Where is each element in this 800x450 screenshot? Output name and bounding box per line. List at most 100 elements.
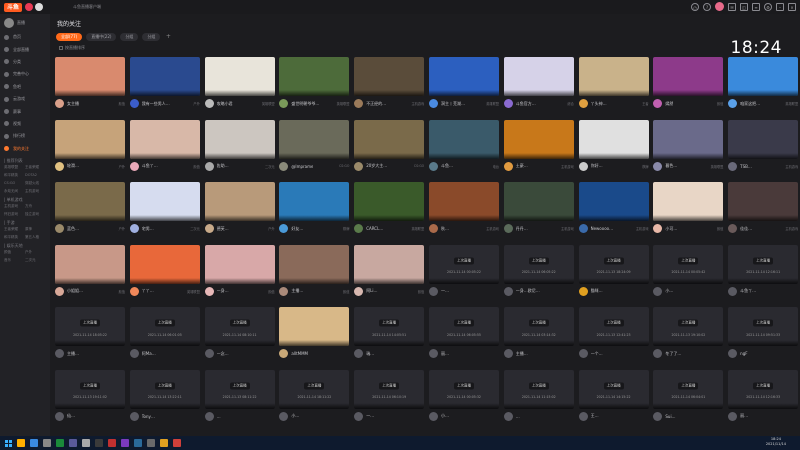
app-icon[interactable] <box>121 439 129 447</box>
stream-thumbnail[interactable] <box>503 119 574 159</box>
streamer-name[interactable]: 一身… <box>217 288 229 294</box>
stream-card[interactable]: 上次直播 2021-11-14 06:05:22 一身…欧尼… <box>503 244 574 308</box>
settings-icon[interactable]: ⚙ <box>764 2 772 11</box>
stream-thumbnail[interactable] <box>653 182 724 221</box>
streamer-avatar[interactable] <box>428 99 438 108</box>
edge-icon[interactable] <box>30 439 38 447</box>
sidebar-sub-item[interactable]: 永劫无间 <box>4 189 25 194</box>
streamer-avatar[interactable] <box>354 161 364 171</box>
login-dots[interactable] <box>25 3 43 11</box>
sidebar-item-6[interactable]: 赛事 <box>0 105 50 117</box>
stream-card[interactable]: 暮色… 英雄联盟 <box>653 119 724 183</box>
streamer-avatar[interactable] <box>503 161 513 171</box>
streamer-name[interactable]: 丫头神… <box>591 101 607 107</box>
close-icon[interactable]: × <box>788 2 796 11</box>
stream-thumbnail[interactable] <box>279 182 350 221</box>
stream-thumbnail[interactable]: 上次直播 2021-11-14 06:05:55 <box>428 307 499 346</box>
streamer-avatar[interactable] <box>129 349 139 358</box>
sidebar-item-4[interactable]: 鱼吧 <box>0 81 50 93</box>
streamer-avatar[interactable] <box>279 161 289 171</box>
streamer-name[interactable]: 我有一些男人… <box>142 101 170 107</box>
streamer-name[interactable]: 一念… <box>217 351 229 357</box>
streamer-name[interactable]: 一身…欧尼… <box>516 288 540 294</box>
stream-card[interactable]: 上次直播 2021-11-14 03:14:32 主播… <box>503 307 574 370</box>
streamer-avatar[interactable] <box>578 286 588 296</box>
stream-thumbnail[interactable] <box>204 182 275 221</box>
stream-card[interactable]: 上次直播 2021-11-14 00:05:22 一… <box>428 244 499 308</box>
streamer-avatar[interactable] <box>354 99 364 108</box>
stream-card[interactable]: 上次直播 2021-11-14 18:11:22 小… <box>279 369 350 433</box>
streamer-avatar[interactable] <box>55 411 64 421</box>
stream-card[interactable]: 上次直播 2021-11-14 13:22:11 Tony… <box>129 369 200 433</box>
streamer-avatar[interactable] <box>55 224 64 233</box>
streamer-avatar[interactable] <box>503 99 513 108</box>
stream-thumbnail[interactable]: 上次直播 2021-11-14 08:10:11 <box>204 307 275 346</box>
stream-thumbnail[interactable] <box>279 57 350 96</box>
streamer-avatar[interactable] <box>653 411 663 421</box>
clock-icon[interactable]: ◷ <box>691 2 699 11</box>
stream-thumbnail[interactable]: 上次直播 2021-11-13 19:10:02 <box>653 307 724 346</box>
streamer-avatar[interactable] <box>728 99 738 108</box>
stream-card[interactable]: 上次直播 2021-11-14 09:51:33 ngF <box>728 307 799 370</box>
streamer-avatar[interactable] <box>204 286 214 296</box>
stream-card[interactable]: 德芙… 户外 <box>204 182 275 245</box>
streamer-avatar[interactable] <box>354 349 364 358</box>
streamer-avatar[interactable] <box>204 224 214 233</box>
stream-card[interactable]: 洞主丨芜湖… 英雄联盟 <box>428 57 499 120</box>
streamer-name[interactable]: 主播… <box>291 288 303 294</box>
streamer-name[interactable]: CARCL… <box>366 226 383 231</box>
streamer-avatar[interactable] <box>653 224 663 233</box>
stream-thumbnail[interactable] <box>129 119 200 159</box>
sidebar-sub-item[interactable]: 独立游戏 <box>25 212 46 217</box>
stream-thumbnail[interactable] <box>428 57 499 96</box>
streamer-avatar[interactable] <box>354 411 364 421</box>
streamer-avatar[interactable] <box>653 349 663 358</box>
stream-card[interactable]: 佳佳… 主机游戏 <box>728 182 799 245</box>
streamer-name[interactable]: 咱家这把… <box>740 101 760 107</box>
sidebar-item-3[interactable]: 完善中心 <box>0 68 50 80</box>
windows-start-icon[interactable] <box>5 439 12 447</box>
stream-card[interactable]: 丫丫… 英雄联盟 <box>129 244 200 308</box>
stream-card[interactable]: 土豪… 主机游戏 <box>503 119 574 183</box>
app-icon[interactable] <box>160 439 168 447</box>
stream-card[interactable]: 上次直播 2021-11-14 08:10:11 一念… <box>204 307 275 370</box>
sidebar-item-7[interactable]: 视频 <box>0 118 50 130</box>
stream-card[interactable]: alltMMM <box>279 307 350 370</box>
stream-thumbnail[interactable] <box>428 119 499 159</box>
streamer-avatar[interactable] <box>578 349 588 358</box>
streamer-name[interactable]: 一… <box>441 288 449 294</box>
streamer-avatar[interactable] <box>728 349 738 358</box>
streamer-name[interactable]: 土豪… <box>516 163 528 169</box>
sidebar-sub-item[interactable]: 第五人格 <box>25 235 46 240</box>
stream-card[interactable]: 上次直播 2021-11-13 18:24:09 猫咪… <box>578 244 649 308</box>
stream-card[interactable]: 上次直播 2021-11-14 00:05:42 小… <box>653 244 724 308</box>
streamer-avatar[interactable] <box>55 99 64 108</box>
sidebar-item-5[interactable]: 云游戏 <box>0 93 50 105</box>
streamer-name[interactable]: 20岁大主… <box>366 163 387 169</box>
sidebar-item-0[interactable]: 首页 <box>0 31 50 43</box>
stream-thumbnail[interactable] <box>503 57 574 96</box>
sidebar-sub-item[interactable]: 王者荣耀 <box>4 227 25 232</box>
streamer-name[interactable]: 不正经的… <box>366 101 386 107</box>
stream-thumbnail[interactable] <box>55 119 125 159</box>
streamer-name[interactable]: 小… <box>291 413 299 419</box>
streamer-name[interactable]: 攻略小君 <box>217 101 233 107</box>
app-icon[interactable] <box>147 439 155 447</box>
app-icon[interactable] <box>69 439 77 447</box>
sidebar-sub-item[interactable]: 英雄联盟 <box>4 165 25 170</box>
stream-card[interactable]: TSB… 主机游戏 <box>728 119 799 183</box>
streamer-avatar[interactable] <box>428 286 438 296</box>
streamer-avatar[interactable] <box>728 286 738 296</box>
stream-thumbnail[interactable] <box>428 182 499 221</box>
streamer-name[interactable]: 丫丫… <box>142 288 154 294</box>
sidebar-sub-item[interactable]: 颜值 <box>4 250 25 255</box>
sidebar-sub-item[interactable]: 怀旧游戏 <box>4 212 25 217</box>
sort-checkbox[interactable]: 按直播排序 <box>59 45 85 51</box>
sidebar-sub-item[interactable]: 王者荣耀 <box>25 165 46 170</box>
stream-thumbnail[interactable] <box>728 57 799 96</box>
streamer-avatar[interactable] <box>279 99 289 108</box>
streamer-avatar[interactable] <box>129 286 139 296</box>
stream-thumbnail[interactable]: 上次直播 2021-11-13 08:11:22 <box>204 369 275 409</box>
streamer-name[interactable]: 主播… <box>67 351 79 357</box>
streamer-avatar[interactable] <box>578 99 588 108</box>
